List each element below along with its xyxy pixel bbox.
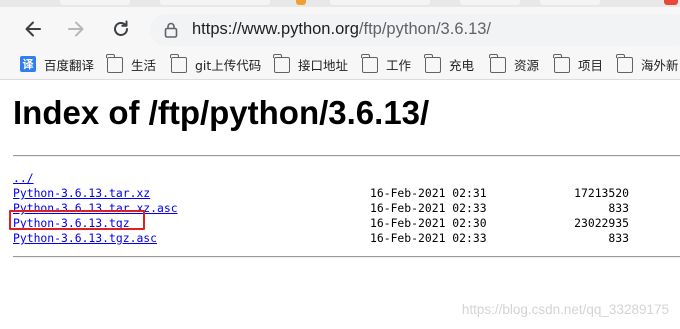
file-size: 23022935	[574, 216, 629, 230]
translate-icon: 译	[20, 56, 36, 72]
bookmark-label: 项目	[578, 57, 604, 73]
folder-icon	[616, 54, 633, 73]
tab-ghost[interactable]	[540, 0, 600, 5]
bookmarks-bar: 译 百度翻译 生活 git上传代码 接口地址 工作 充电 资源 项目 海外新	[0, 47, 680, 80]
divider-bottom	[13, 256, 680, 258]
forward-button[interactable]	[64, 17, 88, 41]
watermark: https://blog.csdn.net/qq_33289175	[461, 302, 669, 317]
bookmark-label: 生活	[131, 57, 157, 73]
file-date: 16-Feb-2021 02:31	[370, 186, 487, 200]
url-text[interactable]: https://www.python.org/ftp/python/3.6.13…	[192, 20, 491, 39]
bookmark-label: 海外新	[641, 57, 679, 73]
tab-favicon[interactable]	[296, 0, 306, 5]
bookmark-label: git上传代码	[195, 57, 262, 73]
folder-icon	[553, 54, 570, 73]
arrow-right-icon	[68, 21, 84, 37]
file-size: 833	[608, 231, 629, 245]
folder-icon	[489, 54, 506, 73]
parent-directory-row: ../	[13, 171, 680, 186]
folder-icon	[424, 54, 441, 73]
page-title: Index of /ftp/python/3.6.13/	[13, 94, 430, 131]
arrow-left-icon	[25, 21, 41, 37]
annotation-highlight-box	[9, 210, 145, 230]
bookmark-folder-resources[interactable]: 资源	[489, 54, 540, 73]
bookmark-folder-charge[interactable]: 充电	[424, 54, 475, 73]
url-host: https://www.python.org	[192, 20, 359, 38]
folder-icon	[361, 54, 378, 73]
reload-icon	[114, 20, 128, 36]
tab-ghost[interactable]	[60, 0, 130, 5]
file-date: 16-Feb-2021 02:33	[370, 201, 487, 215]
bookmark-folder-overseas[interactable]: 海外新	[616, 54, 679, 73]
folder-icon	[273, 54, 290, 73]
bookmark-folder-life[interactable]: 生活	[106, 54, 157, 73]
file-row: Python-3.6.13.tgz.asc 16-Feb-2021 02:33 …	[13, 231, 680, 246]
folder-icon	[170, 54, 187, 73]
back-button[interactable]	[21, 17, 45, 41]
page-content: Index of /ftp/python/3.6.13/ ../ Python-…	[0, 80, 680, 329]
browser-toolbar: https://www.python.org/ftp/python/3.6.13…	[0, 7, 680, 47]
bookmark-folder-projects[interactable]: 项目	[553, 54, 604, 73]
lock-icon[interactable]	[164, 22, 178, 38]
bookmark-folder-git[interactable]: git上传代码	[170, 54, 262, 73]
file-link[interactable]: Python-3.6.13.tar.xz	[13, 186, 150, 201]
bookmark-label: 工作	[386, 57, 412, 73]
file-size: 833	[608, 201, 629, 215]
bookmark-folder-work[interactable]: 工作	[361, 54, 412, 73]
bookmark-label: 资源	[514, 57, 540, 73]
tab-ghost[interactable]	[160, 0, 270, 5]
reload-button[interactable]	[109, 17, 133, 41]
file-link[interactable]: Python-3.6.13.tgz.asc	[13, 231, 157, 246]
parent-directory-link[interactable]: ../	[13, 171, 34, 186]
bookmark-translate[interactable]: 译 百度翻译	[20, 55, 94, 73]
file-date: 16-Feb-2021 02:30	[370, 216, 487, 230]
file-row: Python-3.6.13.tar.xz 16-Feb-2021 02:31 1…	[13, 186, 680, 201]
bookmark-folder-api[interactable]: 接口地址	[273, 54, 349, 73]
bookmark-label: 充电	[449, 57, 475, 73]
divider-top	[13, 155, 680, 157]
file-size: 17213520	[574, 186, 629, 200]
tab-favicon[interactable]	[664, 0, 678, 5]
url-path: /ftp/python/3.6.13/	[358, 20, 492, 38]
folder-icon	[106, 54, 123, 73]
tab-strip	[0, 0, 680, 7]
tab-ghost[interactable]	[330, 0, 430, 5]
file-date: 16-Feb-2021 02:33	[370, 231, 487, 245]
bookmark-label: 百度翻译	[44, 57, 95, 73]
tab-ghost[interactable]	[460, 0, 520, 5]
bookmark-label: 接口地址	[298, 57, 349, 73]
address-bar[interactable]: https://www.python.org/ftp/python/3.6.13…	[150, 14, 680, 46]
